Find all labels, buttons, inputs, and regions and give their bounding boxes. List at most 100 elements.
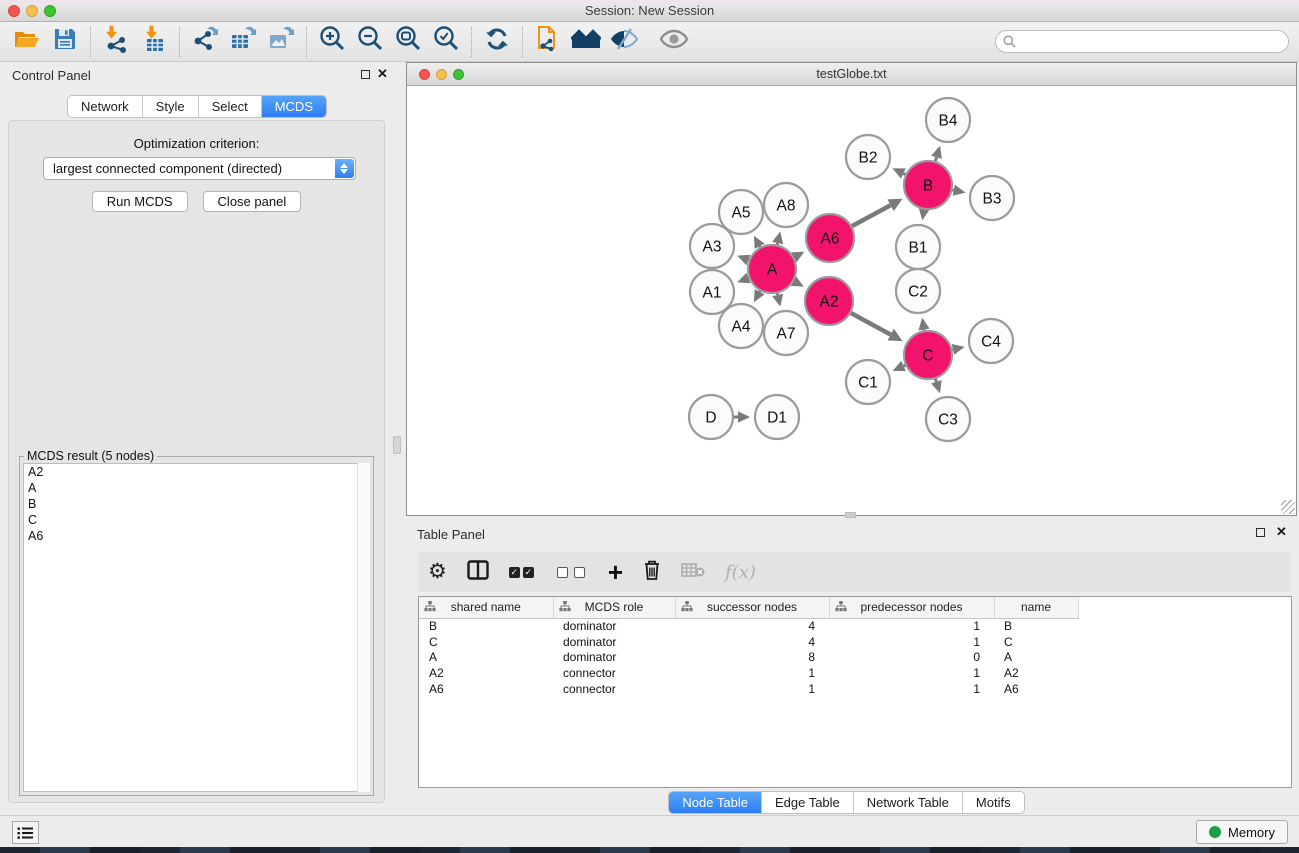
- cell-predecessor_nodes[interactable]: 1: [829, 618, 994, 634]
- table-row[interactable]: A2connector11A2: [419, 665, 1291, 681]
- mcds-result-item[interactable]: A: [24, 480, 369, 496]
- graph-node-A4[interactable]: A4: [719, 304, 763, 348]
- close-table-panel-icon[interactable]: ✕: [1276, 524, 1287, 540]
- column-header-successor-nodes[interactable]: successor nodes: [675, 597, 829, 618]
- graph-node-A6[interactable]: A6: [806, 214, 854, 262]
- cell-name[interactable]: A: [994, 650, 1078, 666]
- cell-shared_name[interactable]: A6: [419, 681, 553, 697]
- graph-node-A7[interactable]: A7: [764, 311, 808, 355]
- run-mcds-button[interactable]: Run MCDS: [92, 191, 188, 212]
- cell-predecessor_nodes[interactable]: 1: [829, 681, 994, 697]
- graph-node-A2[interactable]: A2: [805, 277, 853, 325]
- cell-successor_nodes[interactable]: 8: [675, 650, 829, 666]
- column-header-shared-name[interactable]: shared name: [419, 597, 553, 618]
- tab-edge-table[interactable]: Edge Table: [762, 792, 854, 813]
- cell-shared_name[interactable]: A: [419, 650, 553, 666]
- cell-successor_nodes[interactable]: 4: [675, 634, 829, 650]
- graph-node-C3[interactable]: C3: [926, 397, 970, 441]
- mcds-result-item[interactable]: A6: [24, 528, 369, 544]
- cell-mcds_role[interactable]: connector: [553, 681, 675, 697]
- column-header-MCDS-role[interactable]: MCDS role: [553, 597, 675, 618]
- graph-node-A3[interactable]: A3: [690, 224, 734, 268]
- search-input[interactable]: [1020, 33, 1288, 51]
- select-all-columns-button[interactable]: ✓✓: [509, 567, 537, 578]
- graph-edge-C-C3[interactable]: [935, 379, 936, 382]
- cell-predecessor_nodes[interactable]: 0: [829, 650, 994, 666]
- cell-successor_nodes[interactable]: 4: [675, 618, 829, 634]
- zoom-out-button[interactable]: [353, 26, 387, 58]
- graph-node-B4[interactable]: B4: [926, 98, 970, 142]
- tab-network[interactable]: Network: [68, 96, 143, 117]
- graph-node-C[interactable]: C: [904, 331, 952, 379]
- show-all-button[interactable]: [657, 26, 691, 58]
- graph-node-D[interactable]: D: [689, 395, 733, 439]
- cell-mcds_role[interactable]: dominator: [553, 618, 675, 634]
- optimization-criterion-select[interactable]: largest connected component (directed): [43, 157, 356, 180]
- zoom-selected-button[interactable]: [429, 26, 463, 58]
- unselect-all-columns-button[interactable]: [557, 567, 588, 578]
- import-table-button[interactable]: [137, 26, 171, 58]
- first-neighbors-button[interactable]: [569, 26, 603, 58]
- graph-node-C2[interactable]: C2: [896, 269, 940, 313]
- mcds-result-item[interactable]: C: [24, 512, 369, 528]
- graph-edge-B-B2[interactable]: [903, 173, 905, 174]
- graph-node-B3[interactable]: B3: [970, 176, 1014, 220]
- horizontal-scroll-handle[interactable]: [845, 512, 856, 518]
- graph-edge-A6-B[interactable]: [852, 205, 891, 226]
- cell-mcds_role[interactable]: dominator: [553, 634, 675, 650]
- table-row[interactable]: Adominator80A: [419, 650, 1291, 666]
- cell-name[interactable]: B: [994, 618, 1078, 634]
- graph-node-C4[interactable]: C4: [969, 319, 1013, 363]
- cell-shared_name[interactable]: C: [419, 634, 553, 650]
- column-header-name[interactable]: name: [994, 597, 1078, 618]
- delete-table-button[interactable]: [681, 562, 705, 583]
- cell-shared_name[interactable]: A2: [419, 665, 553, 681]
- window-resize-grip[interactable]: [1281, 500, 1295, 514]
- zoom-fit-button[interactable]: [391, 26, 425, 58]
- gear-button[interactable]: ⚙: [428, 562, 447, 582]
- float-table-panel-icon[interactable]: [1256, 528, 1265, 537]
- graph-node-C1[interactable]: C1: [846, 360, 890, 404]
- import-network-button[interactable]: [99, 26, 133, 58]
- save-session-button[interactable]: [48, 26, 82, 58]
- split-columns-button[interactable]: [467, 560, 489, 585]
- close-panel-button[interactable]: Close panel: [203, 191, 302, 212]
- mcds-result-item[interactable]: A2: [24, 464, 369, 480]
- cell-name[interactable]: A2: [994, 665, 1078, 681]
- graph-node-B[interactable]: B: [904, 161, 952, 209]
- table-row[interactable]: Cdominator41C: [419, 634, 1291, 650]
- tab-network-table[interactable]: Network Table: [854, 792, 963, 813]
- graph-node-A[interactable]: A: [748, 245, 796, 293]
- export-network-button[interactable]: [188, 26, 222, 58]
- cell-name[interactable]: A6: [994, 681, 1078, 697]
- cell-successor_nodes[interactable]: 1: [675, 665, 829, 681]
- graph-node-D1[interactable]: D1: [755, 395, 799, 439]
- tab-mcds[interactable]: MCDS: [262, 96, 326, 117]
- hide-selected-button[interactable]: [607, 26, 641, 58]
- task-history-button[interactable]: [12, 821, 39, 844]
- column-header-predecessor-nodes[interactable]: predecessor nodes: [829, 597, 994, 618]
- vertical-scroll-handle[interactable]: [393, 436, 401, 454]
- export-table-button[interactable]: [226, 26, 260, 58]
- clone-network-button[interactable]: [531, 26, 565, 58]
- table-row[interactable]: A6connector11A6: [419, 681, 1291, 697]
- delete-column-button[interactable]: [643, 559, 661, 586]
- graph-node-B1[interactable]: B1: [896, 225, 940, 269]
- graph-edge-B-B4[interactable]: [935, 157, 936, 161]
- cell-name[interactable]: C: [994, 634, 1078, 650]
- close-panel-icon[interactable]: ✕: [377, 66, 388, 82]
- cell-mcds_role[interactable]: dominator: [553, 650, 675, 666]
- function-builder-button[interactable]: f(x): [725, 562, 756, 583]
- cell-shared_name[interactable]: B: [419, 618, 553, 634]
- graph-node-A8[interactable]: A8: [764, 183, 808, 227]
- graph-node-B2[interactable]: B2: [846, 135, 890, 179]
- memory-button[interactable]: Memory: [1196, 820, 1288, 844]
- graph-edge-C-C1[interactable]: [904, 365, 906, 366]
- network-canvas[interactable]: B4B2BB3A8A5A6A3B1AC2A1A2A4A7C4CC1DD1C3: [408, 87, 1295, 515]
- tab-motifs[interactable]: Motifs: [963, 792, 1024, 813]
- table-row[interactable]: Bdominator41B: [419, 618, 1291, 634]
- export-image-button[interactable]: [264, 26, 298, 58]
- mcds-result-item[interactable]: B: [24, 496, 369, 512]
- cell-mcds_role[interactable]: connector: [553, 665, 675, 681]
- cell-predecessor_nodes[interactable]: 1: [829, 634, 994, 650]
